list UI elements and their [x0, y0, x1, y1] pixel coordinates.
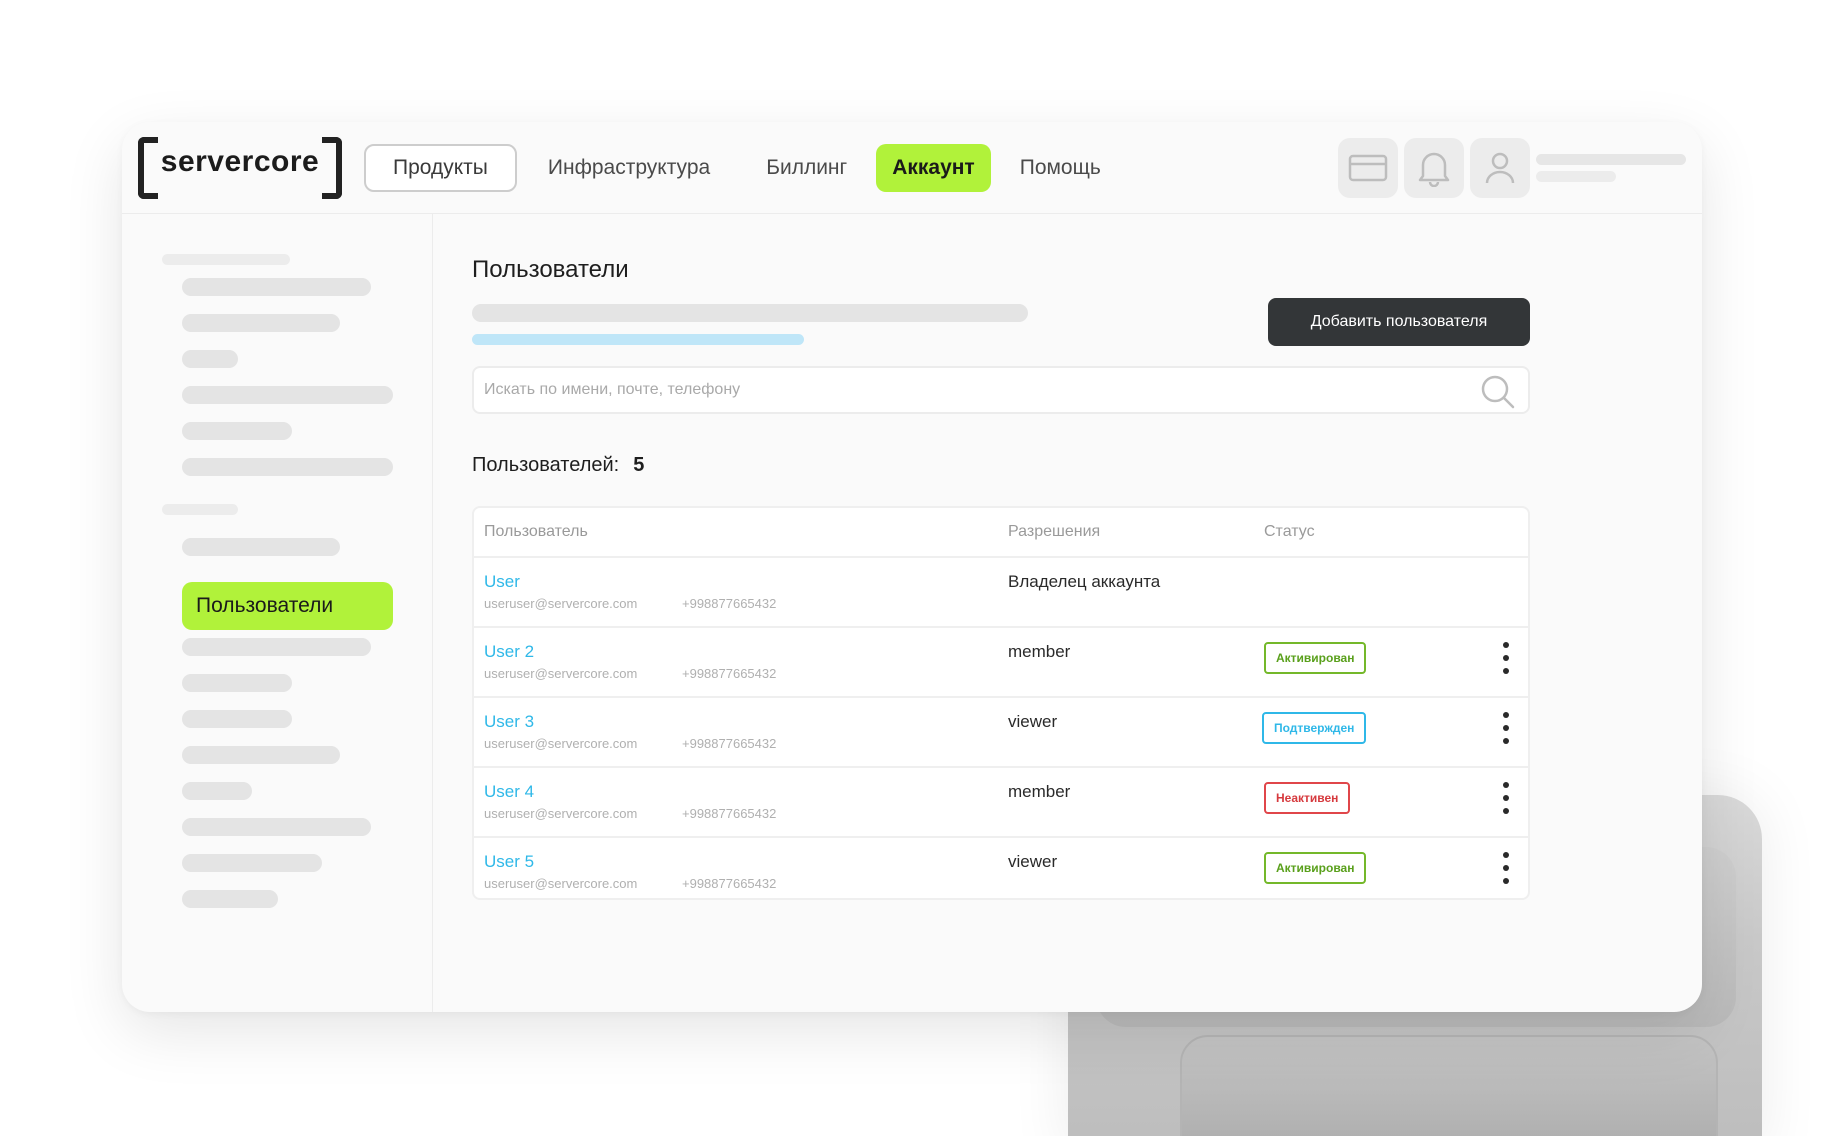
user-email: useruser@servercore.com	[484, 666, 638, 681]
user-icon	[1485, 152, 1515, 184]
users-count: Пользователей: 5	[472, 454, 644, 477]
description-link-placeholder[interactable]	[472, 334, 804, 345]
bell-icon	[1418, 152, 1450, 187]
status-badge: Активирован	[1264, 852, 1367, 884]
user-name-link[interactable]: User	[484, 572, 520, 592]
row-menu-icon[interactable]	[1498, 712, 1514, 744]
sidebar: Пользователи	[122, 214, 433, 1012]
users-table: Пользователь Разрешения Статус User user…	[472, 506, 1530, 900]
nav-item-account[interactable]: Аккаунт	[876, 144, 991, 192]
nav-item-billing[interactable]: Биллинг	[739, 144, 874, 192]
skeleton-line	[1536, 154, 1686, 165]
logo-bracket-left	[138, 137, 158, 199]
user-email: useruser@servercore.com	[484, 876, 638, 891]
sidebar-item-placeholder[interactable]	[182, 314, 340, 332]
user-phone: +998877665432	[682, 736, 777, 751]
user-phone: +998877665432	[682, 876, 777, 891]
column-header-status: Статус	[1264, 523, 1315, 540]
table-row: User 5 useruser@servercore.com +99887766…	[474, 838, 1528, 898]
skeleton-line	[1536, 171, 1616, 182]
user-role: Владелец аккаунта	[1008, 572, 1161, 591]
column-header-permissions: Разрешения	[1008, 523, 1101, 540]
user-email: useruser@servercore.com	[484, 806, 638, 821]
nav-item-help[interactable]: Помощь	[993, 144, 1128, 192]
sidebar-item-placeholder[interactable]	[182, 278, 371, 296]
search-input[interactable]	[474, 368, 1454, 412]
sidebar-section-placeholder	[162, 504, 238, 515]
logo-text: servercore	[160, 145, 320, 178]
billing-card-button[interactable]	[1338, 138, 1398, 198]
sidebar-section-placeholder	[162, 254, 290, 265]
user-name-link[interactable]: User 2	[484, 642, 534, 662]
column-header-user: Пользователь	[484, 523, 588, 540]
servercore-logo[interactable]: servercore	[138, 137, 342, 199]
app-window: servercore Продукты Инфраструктура Билли…	[122, 122, 1702, 1012]
sidebar-item-placeholder[interactable]	[182, 386, 393, 404]
card-icon	[1348, 154, 1388, 182]
top-navigation-bar: servercore Продукты Инфраструктура Билли…	[122, 122, 1702, 214]
user-name-link[interactable]: User 3	[484, 712, 534, 732]
sidebar-item-placeholder[interactable]	[182, 674, 292, 692]
sidebar-item-users[interactable]: Пользователи	[182, 582, 393, 630]
description-placeholder	[472, 304, 1028, 322]
search-box	[472, 366, 1530, 414]
user-phone: +998877665432	[682, 806, 777, 821]
sidebar-item-placeholder[interactable]	[182, 746, 340, 764]
user-role: member	[1008, 782, 1071, 801]
nav-item-infrastructure[interactable]: Инфраструктура	[521, 144, 737, 192]
user-role: viewer	[1008, 852, 1058, 871]
sidebar-item-placeholder[interactable]	[182, 458, 393, 476]
row-menu-icon[interactable]	[1498, 782, 1514, 814]
users-count-label: Пользователей:	[472, 454, 620, 476]
user-email: useruser@servercore.com	[484, 596, 638, 611]
sidebar-item-placeholder[interactable]	[182, 422, 292, 440]
status-badge: Неактивен	[1264, 782, 1351, 814]
user-name-link[interactable]: User 4	[484, 782, 534, 802]
user-phone: +998877665432	[682, 596, 777, 611]
logo-bracket-right	[322, 137, 342, 199]
users-count-value: 5	[633, 454, 645, 476]
table-row: User 4 useruser@servercore.com +99887766…	[474, 768, 1528, 838]
nav-item-products[interactable]: Продукты	[364, 144, 517, 192]
user-role: member	[1008, 642, 1071, 661]
row-menu-icon[interactable]	[1498, 852, 1514, 884]
user-phone: +998877665432	[682, 666, 777, 681]
add-user-button[interactable]: Добавить пользователя	[1268, 298, 1530, 346]
search-icon[interactable]	[1480, 374, 1516, 410]
page-title: Пользователи	[472, 256, 629, 283]
table-header: Пользователь Разрешения Статус	[474, 508, 1528, 558]
notifications-button[interactable]	[1404, 138, 1464, 198]
sidebar-item-placeholder[interactable]	[182, 818, 371, 836]
server-panel	[1180, 1035, 1718, 1136]
sidebar-item-placeholder[interactable]	[182, 782, 252, 800]
user-email: useruser@servercore.com	[484, 736, 638, 751]
sidebar-item-placeholder[interactable]	[182, 890, 278, 908]
row-menu-icon[interactable]	[1498, 642, 1514, 674]
table-row: User useruser@servercore.com +9988776654…	[474, 558, 1528, 628]
user-info-placeholder	[1536, 154, 1686, 182]
table-row: User 3 useruser@servercore.com +99887766…	[474, 698, 1528, 768]
sidebar-item-placeholder[interactable]	[182, 710, 292, 728]
user-role: viewer	[1008, 712, 1058, 731]
user-name-link[interactable]: User 5	[484, 852, 534, 872]
sidebar-item-placeholder[interactable]	[182, 638, 371, 656]
status-badge: Активирован	[1264, 642, 1367, 674]
table-row: User 2 useruser@servercore.com +99887766…	[474, 628, 1528, 698]
sidebar-item-placeholder[interactable]	[182, 350, 238, 368]
main-nav: Продукты Инфраструктура Биллинг Аккаунт …	[364, 144, 1130, 192]
sidebar-item-placeholder[interactable]	[182, 854, 322, 872]
status-badge: Подтвержден	[1262, 712, 1367, 744]
profile-button[interactable]	[1470, 138, 1530, 198]
sidebar-item-placeholder[interactable]	[182, 538, 340, 556]
header-actions	[1338, 138, 1536, 198]
